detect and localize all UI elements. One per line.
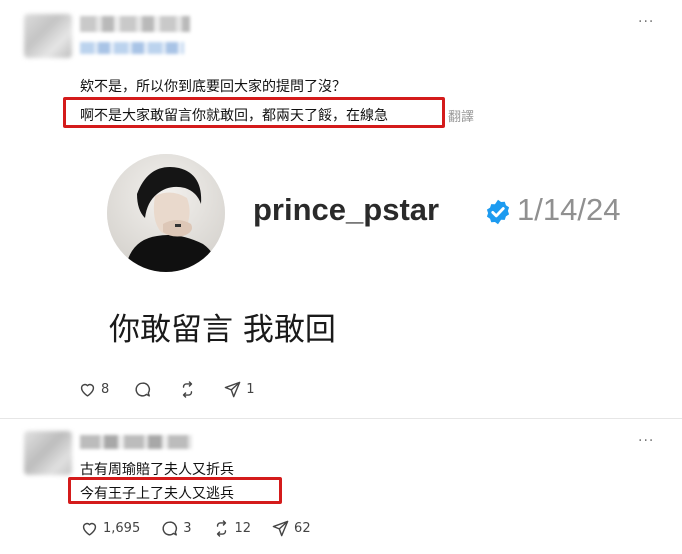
- username-blurred[interactable]: [80, 16, 190, 32]
- repost-button[interactable]: [178, 380, 201, 399]
- verified-badge-icon: [486, 199, 510, 225]
- embedded-image[interactable]: prince_pstar 1/14/24 你敢留言 我敢回: [77, 136, 656, 356]
- share-count: 62: [294, 521, 311, 536]
- embedded-username: prince_pstar: [253, 192, 440, 227]
- share-icon: [224, 381, 241, 398]
- reply-button[interactable]: 3: [160, 519, 192, 538]
- repost-icon: [216, 520, 226, 537]
- post-actions: 1,695 3 12 62: [80, 519, 311, 538]
- post-text-line-1: 欸不是，所以你到底要回大家的提問了沒？: [80, 79, 346, 95]
- username-blurred[interactable]: [80, 435, 192, 449]
- share-button[interactable]: 62: [271, 519, 311, 538]
- avatar-blurred[interactable]: [24, 14, 72, 58]
- post-2: ··· 古有周瑜賠了夫人又折兵 今有王子上了夫人又逃兵 1,695 3 12 6…: [0, 418, 682, 554]
- like-count: 1,695: [103, 521, 141, 536]
- post-1: ··· 欸不是，所以你到底要回大家的提問了沒？ 啊不是大家敢留言你就敢回，都兩天…: [0, 0, 682, 418]
- more-icon[interactable]: ···: [638, 14, 654, 30]
- heart-icon: [82, 522, 97, 536]
- repost-button[interactable]: 12: [212, 519, 252, 538]
- share-count: 1: [246, 382, 255, 397]
- handle-blurred: [80, 42, 184, 54]
- profile-photo: [107, 154, 225, 272]
- avatar-blurred[interactable]: [24, 431, 72, 475]
- repost-count: 12: [234, 521, 252, 536]
- share-button[interactable]: 1: [223, 380, 255, 399]
- post-text-line-1: 古有周瑜賠了夫人又折兵: [80, 462, 234, 478]
- post-text-line-2: 今有王子上了夫人又逃兵: [80, 486, 234, 502]
- embedded-caption: 你敢留言 我敢回: [109, 312, 336, 348]
- reply-icon: [135, 382, 151, 397]
- post-text-line-2: 啊不是大家敢留言你就敢回，都兩天了餒，在線急: [80, 108, 388, 124]
- more-icon[interactable]: ···: [638, 433, 654, 449]
- embedded-date: 1/14/24: [517, 192, 621, 227]
- like-count: 8: [101, 382, 110, 397]
- heart-icon: [80, 383, 95, 397]
- reply-button[interactable]: [133, 380, 156, 399]
- reply-icon: [162, 521, 178, 536]
- repost-icon: [183, 381, 193, 398]
- reply-count: 3: [183, 521, 192, 536]
- post-actions: 8 1: [78, 380, 255, 399]
- share-icon: [272, 520, 289, 537]
- translate-link[interactable]: 翻譯: [448, 106, 474, 125]
- like-button[interactable]: 1,695: [80, 519, 140, 538]
- like-button[interactable]: 8: [78, 380, 109, 399]
